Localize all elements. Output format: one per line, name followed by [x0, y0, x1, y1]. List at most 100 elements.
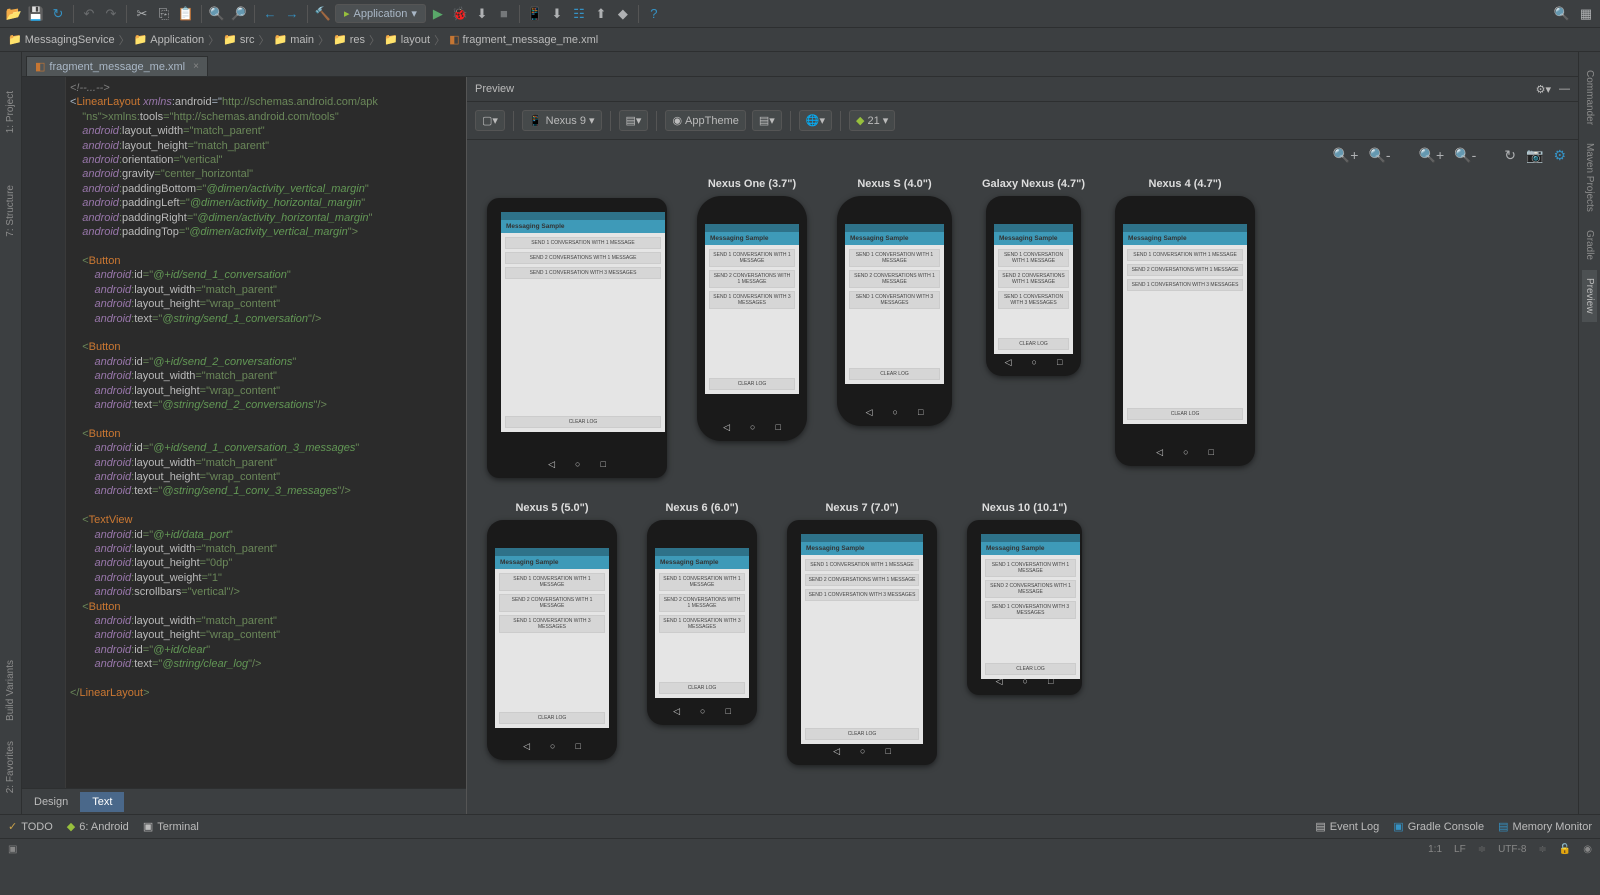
help-icon[interactable]: ?	[644, 4, 664, 24]
gradle-tool-tab[interactable]: Gradle	[1582, 222, 1597, 268]
device-preview[interactable]: Nexus S (4.0") Messaging Sample SEND 1 C…	[837, 178, 952, 426]
lock-icon[interactable]: 🔓	[1559, 844, 1571, 855]
device-preview[interactable]: Messaging Sample SEND 1 CONVERSATION WIT…	[487, 178, 667, 478]
bottom-tool-bar: ✓TODO ◆6: Android ▣Terminal ▤Event Log ▣…	[0, 814, 1600, 838]
xml-file-icon: ◧	[35, 60, 45, 73]
config-button[interactable]: ▤▾	[619, 110, 649, 131]
event-log-tool[interactable]: ▤Event Log	[1315, 820, 1379, 833]
preview-zoom-bar: 🔍+ 🔍- 🔍+ 🔍- ↻ 📷 ⚙	[467, 140, 1578, 170]
save-icon[interactable]: 💾	[26, 4, 46, 24]
hide-icon[interactable]: —	[1559, 83, 1570, 95]
gradle-console-tool[interactable]: ▣Gradle Console	[1393, 820, 1484, 833]
favorites-tool-tab[interactable]: 2: Favorites	[2, 732, 19, 802]
separator	[307, 5, 308, 23]
settings-icon[interactable]: ⚙	[1553, 147, 1566, 164]
search-everywhere-icon[interactable]: 🔍	[1552, 4, 1572, 24]
android-icon2[interactable]: ◆	[613, 4, 633, 24]
window-icon[interactable]: ▣	[8, 844, 17, 855]
device-label: Nexus 4 (4.7")	[1149, 178, 1222, 190]
zoom-actual-icon[interactable]: 🔍-	[1454, 147, 1476, 164]
zoom-in-icon[interactable]: 🔍+	[1333, 147, 1359, 164]
copy-icon[interactable]: ⎘	[154, 4, 174, 24]
debug-icon[interactable]: 🐞	[450, 4, 470, 24]
android-tool[interactable]: ◆6: Android	[67, 820, 129, 833]
indicator-icon[interactable]: ◉	[1583, 844, 1592, 855]
device-dropdown[interactable]: 📱 Nexus 9 ▾	[522, 110, 602, 131]
avd-icon[interactable]: 📱	[525, 4, 545, 24]
device-preview[interactable]: Nexus 10 (10.1") Messaging Sample SEND 1…	[967, 502, 1082, 695]
sdk-manager-icon[interactable]: ⬇	[547, 4, 567, 24]
device-preview[interactable]: Nexus 4 (4.7") Messaging Sample SEND 1 C…	[1115, 178, 1255, 466]
forward-icon[interactable]: →	[282, 4, 302, 24]
design-tab[interactable]: Design	[22, 792, 80, 812]
redo-icon[interactable]: ↷	[101, 4, 121, 24]
breadcrumb-item[interactable]: 📁res	[333, 33, 365, 46]
folder-icon: 📁	[273, 33, 287, 46]
cursor-position: 1:1	[1428, 844, 1442, 855]
device-label: Nexus 6 (6.0")	[665, 502, 738, 514]
api-dropdown[interactable]: ◆21▾	[849, 110, 895, 131]
breadcrumb-item[interactable]: ◧fragment_message_me.xml	[449, 33, 598, 46]
breadcrumb-item[interactable]: 📁MessagingService	[8, 33, 115, 46]
close-tab-icon[interactable]: ×	[193, 61, 199, 72]
breadcrumb-item[interactable]: 📁Application	[134, 33, 205, 46]
run-configuration-dropdown[interactable]: ▸ Application ▾	[335, 4, 426, 23]
paste-icon[interactable]: 📋	[176, 4, 196, 24]
project-tool-tab[interactable]: 1: Project	[2, 82, 19, 142]
settings-icon[interactable]: ▦	[1576, 4, 1596, 24]
screenshot-icon[interactable]: 📷	[1526, 147, 1543, 164]
breadcrumb-item[interactable]: 📁main	[273, 33, 314, 46]
breadcrumb-item[interactable]: 📁layout	[384, 33, 430, 46]
zoom-out-icon[interactable]: 🔍-	[1368, 147, 1390, 164]
gear-icon[interactable]: ⚙▾	[1536, 83, 1551, 96]
terminal-tool[interactable]: ▣Terminal	[143, 820, 199, 833]
find-icon[interactable]: 🔍	[207, 4, 227, 24]
sync-icon[interactable]: ↻	[48, 4, 68, 24]
preview-title: Preview	[475, 83, 514, 95]
zoom-fit-icon[interactable]: 🔍+	[1419, 147, 1445, 164]
orientation-button[interactable]: ▢▾	[475, 110, 505, 131]
replace-icon[interactable]: 🔎	[229, 4, 249, 24]
build-icon[interactable]: 🔨	[313, 4, 333, 24]
separator	[201, 5, 202, 23]
device-preview[interactable]: Nexus One (3.7") Messaging Sample SEND 1…	[697, 178, 807, 441]
stop-icon[interactable]: ■	[494, 4, 514, 24]
encoding[interactable]: UTF-8	[1498, 844, 1526, 855]
open-icon[interactable]: 📂	[4, 4, 24, 24]
dropdown-arrow-icon: ▾	[411, 7, 417, 20]
folder-icon: 📁	[223, 33, 237, 46]
preview-canvas[interactable]: Messaging Sample SEND 1 CONVERSATION WIT…	[467, 170, 1578, 814]
attach-icon[interactable]: ⬇	[472, 4, 492, 24]
device-preview[interactable]: Nexus 7 (7.0") Messaging Sample SEND 1 C…	[787, 502, 937, 765]
device-label: Nexus 10 (10.1")	[982, 502, 1067, 514]
build-variants-tool-tab[interactable]: Build Variants	[2, 651, 19, 730]
code-editor[interactable]: <!--...--> <LinearLayout xmlns:android="…	[22, 77, 466, 788]
run-config-label: Application	[354, 8, 408, 20]
monitor-icon[interactable]: ⬆	[591, 4, 611, 24]
editor-tab-active[interactable]: ◧ fragment_message_me.xml ×	[26, 56, 208, 76]
breadcrumb-item[interactable]: 📁src	[223, 33, 254, 46]
line-separator[interactable]: LF	[1454, 844, 1466, 855]
device-preview[interactable]: Nexus 6 (6.0") Messaging Sample SEND 1 C…	[647, 502, 757, 725]
preview-tool-tab[interactable]: Preview	[1582, 270, 1597, 322]
text-tab[interactable]: Text	[80, 792, 124, 812]
todo-tool[interactable]: ✓TODO	[8, 820, 53, 833]
theme-dropdown[interactable]: ◉ AppTheme	[665, 110, 745, 131]
undo-icon[interactable]: ↶	[79, 4, 99, 24]
activity-button[interactable]: ▤▾	[752, 110, 782, 131]
maven-tool-tab[interactable]: Maven Projects	[1582, 135, 1597, 220]
locale-button[interactable]: 🌐▾	[799, 110, 832, 131]
device-label: Galaxy Nexus (4.7")	[982, 178, 1085, 190]
preview-toolbar: ▢▾ 📱 Nexus 9 ▾ ▤▾ ◉ AppTheme ▤▾ 🌐▾ ◆21▾	[467, 102, 1578, 140]
ddms-icon[interactable]: ☷	[569, 4, 589, 24]
cut-icon[interactable]: ✂	[132, 4, 152, 24]
back-icon[interactable]: ←	[260, 4, 280, 24]
refresh-icon[interactable]: ↻	[1504, 147, 1516, 164]
device-preview[interactable]: Nexus 5 (5.0") Messaging Sample SEND 1 C…	[487, 502, 617, 760]
memory-monitor-tool[interactable]: ▤Memory Monitor	[1498, 820, 1592, 833]
commander-tool-tab[interactable]: Commander	[1582, 62, 1597, 133]
device-label: Nexus S (4.0")	[857, 178, 931, 190]
structure-tool-tab[interactable]: 7: Structure	[2, 176, 19, 246]
device-preview[interactable]: Galaxy Nexus (4.7") Messaging Sample SEN…	[982, 178, 1085, 376]
run-icon[interactable]: ▶	[428, 4, 448, 24]
